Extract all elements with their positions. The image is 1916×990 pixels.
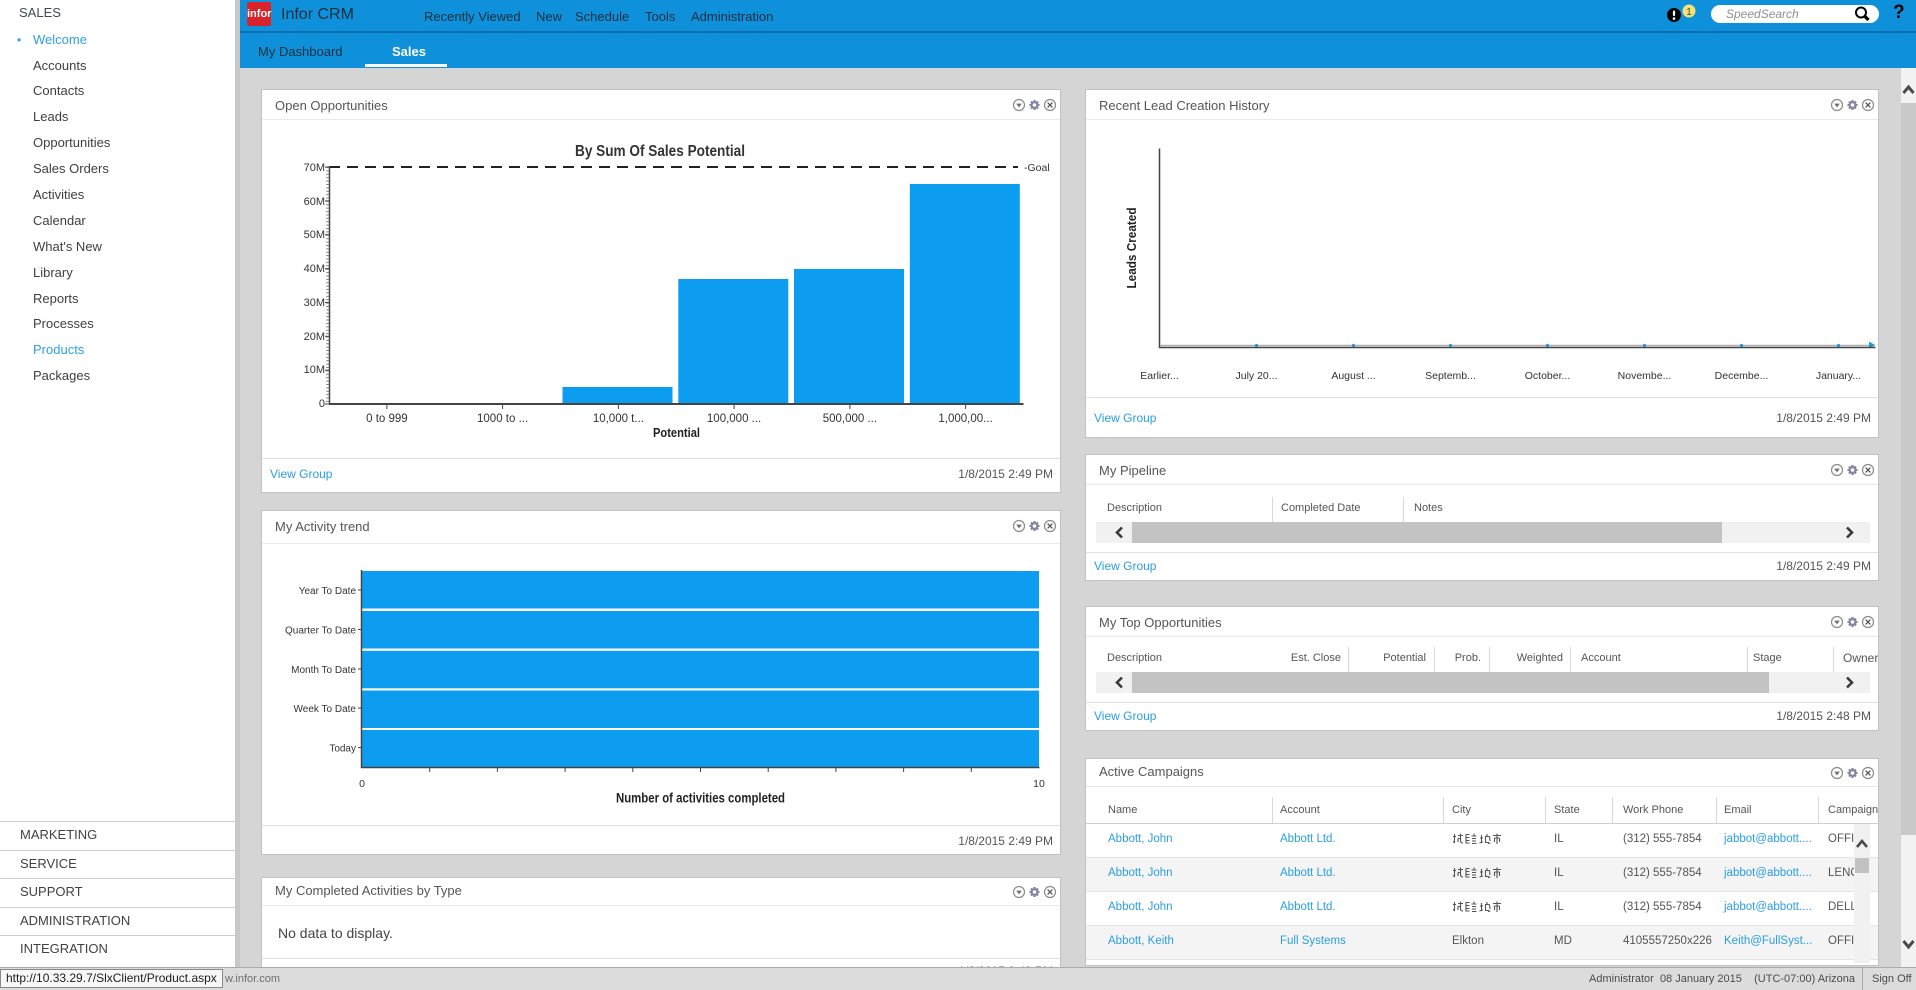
svg-text:50M: 50M <box>304 229 325 241</box>
svg-text:Number of activities completed: Number of activities completed <box>616 791 785 806</box>
svg-text:August ...: August ... <box>1331 370 1375 382</box>
svg-text:Novembe...: Novembe... <box>1618 370 1672 382</box>
svg-text:Potential: Potential <box>653 425 700 440</box>
svg-text:0: 0 <box>319 398 325 410</box>
svg-text:1: 1 <box>1686 7 1692 18</box>
svg-text:Leads Created: Leads Created <box>1124 207 1139 288</box>
svg-text:Quarter To Date: Quarter To Date <box>285 626 356 637</box>
svg-text:Earlier...: Earlier... <box>1140 370 1179 382</box>
svg-text:Week To Date: Week To Date <box>294 704 357 715</box>
svg-text:Year To Date: Year To Date <box>299 586 357 597</box>
svg-text:Decembe...: Decembe... <box>1715 370 1769 382</box>
svg-text:-Goal: -Goal <box>1024 162 1050 174</box>
svg-text:0 to 999: 0 to 999 <box>366 413 408 425</box>
svg-text:30M: 30M <box>304 297 325 309</box>
svg-text:1,000,00...: 1,000,00... <box>938 413 992 425</box>
svg-text:70M: 70M <box>304 162 325 174</box>
svg-text:Septemb...: Septemb... <box>1425 370 1476 382</box>
svg-text:July 20...: July 20... <box>1235 370 1277 382</box>
svg-text:Today: Today <box>329 744 356 755</box>
svg-text:60M: 60M <box>304 196 325 208</box>
svg-text:1000 to ...: 1000 to ... <box>477 413 528 425</box>
svg-text:By Sum Of Sales Potential: By Sum Of Sales Potential <box>575 143 745 160</box>
svg-text:January...: January... <box>1816 370 1861 382</box>
svg-text:Month To Date: Month To Date <box>291 665 356 676</box>
svg-text:100,000 ...: 100,000 ... <box>707 413 761 425</box>
svg-text:0: 0 <box>359 778 365 790</box>
svg-text:10M: 10M <box>304 364 325 376</box>
svg-text:October...: October... <box>1525 370 1571 382</box>
svg-text:10,000 t...: 10,000 t... <box>593 413 644 425</box>
svg-text:40M: 40M <box>304 263 325 275</box>
svg-text:10: 10 <box>1033 778 1045 790</box>
svg-text:500,000 ...: 500,000 ... <box>823 413 877 425</box>
svg-text:20M: 20M <box>304 331 325 343</box>
